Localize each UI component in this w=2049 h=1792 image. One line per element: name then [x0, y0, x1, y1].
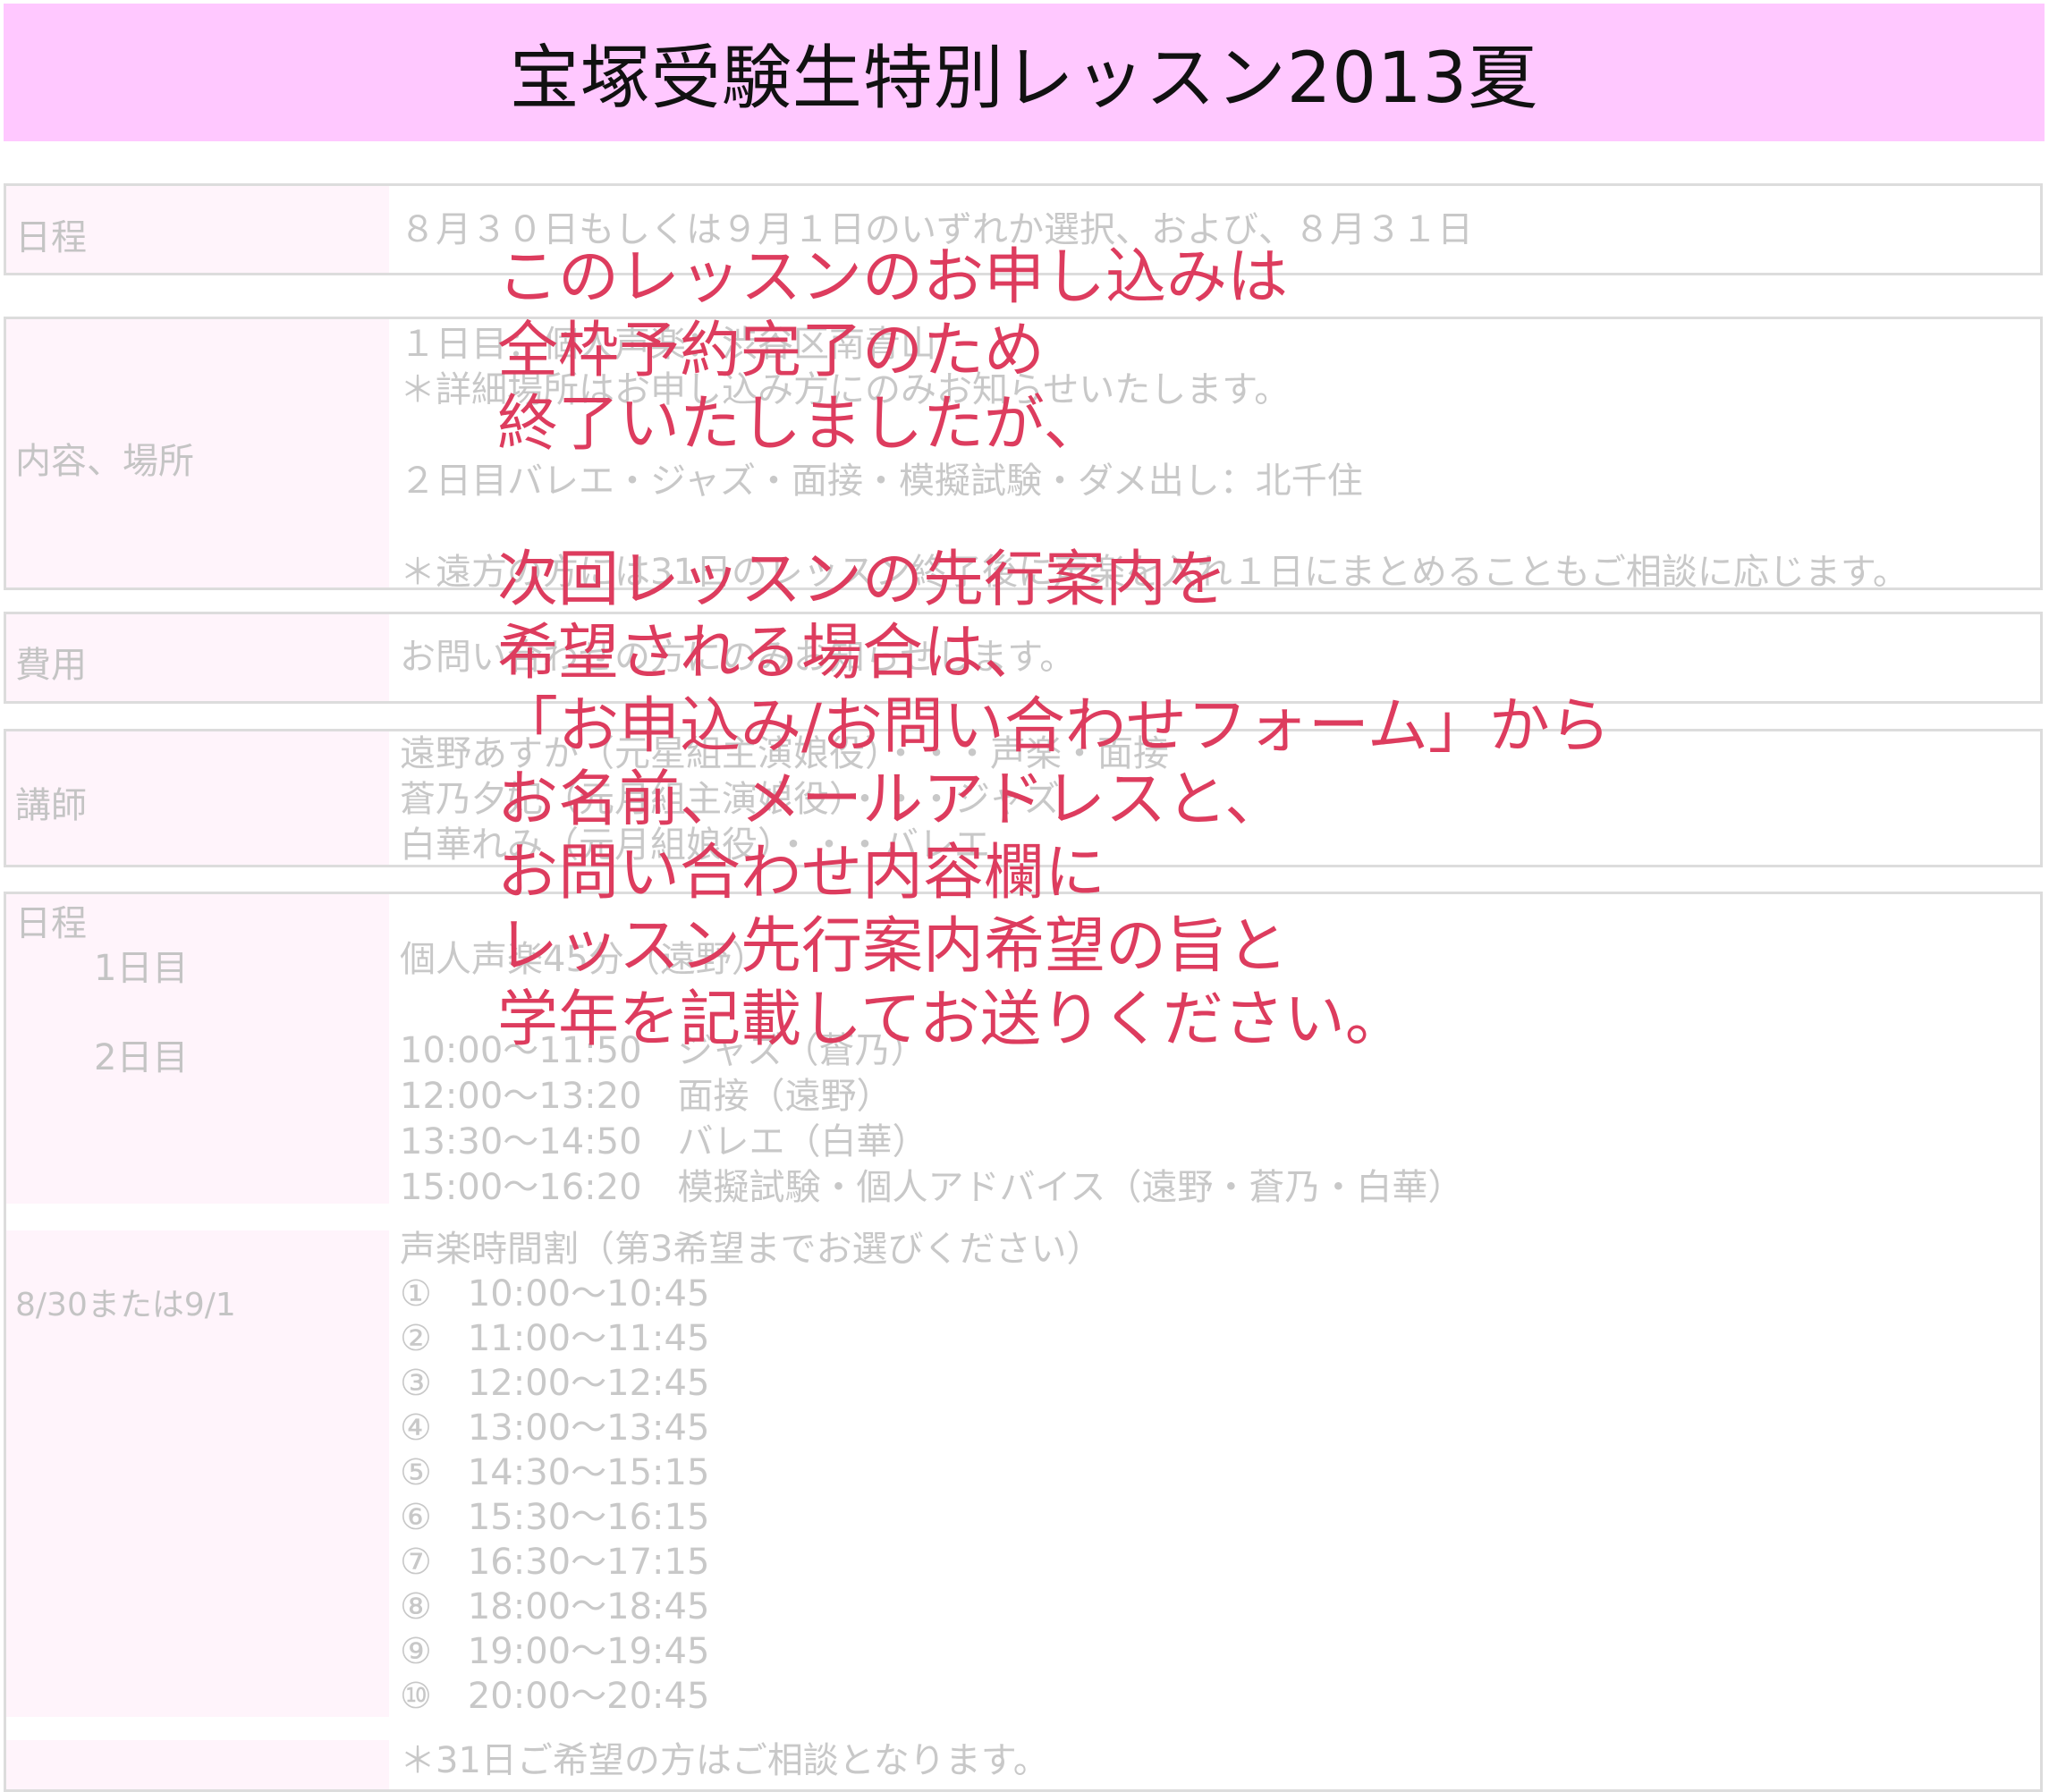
teacher-label: 講師 [15, 785, 87, 826]
day2-line: 13:30～14:50 バレエ（白華） [400, 1121, 928, 1162]
vocal-slot: ② 11:00～11:45 [400, 1318, 710, 1359]
vocal-slot: ⑧ 18:00～18:45 [400, 1586, 710, 1627]
announcement-line: 学年を記載してお送りください。 [497, 985, 1406, 1055]
page-title: 宝塚受験生特別レッスン2013夏 [509, 38, 1539, 119]
schedule-label: 日程 [15, 217, 87, 258]
vocal-value-cell: 声楽時間割（第3希望までお選びください） ① 10:00～10:45 ② 11:… [400, 1227, 2040, 1719]
day2-label: 2日目 [94, 1037, 189, 1078]
vocal-schedule-label: 8/30または9/1 [15, 1287, 236, 1323]
announcement-line: お問い合わせ内容欄に [497, 838, 1106, 909]
closed-announcement: このレッスンのお申し込みは 全枠予約完了のため 終了いたしましたが、 次回レッス… [497, 241, 1611, 1057]
vocal-slot: ③ 12:00～12:45 [400, 1363, 710, 1404]
announcement-line: 「お申込み/お問い合わせフォーム」から [497, 691, 1611, 762]
timetable-label-cell-1: 日程 1日目 2日目 [6, 894, 389, 1204]
day1-label: 1日目 [94, 948, 189, 989]
vocal-slot: ⑤ 14:30～15:15 [400, 1452, 710, 1493]
day2-line: 15:00～16:20 模擬試験・個人アドバイス（遠野・蒼乃・白華） [400, 1167, 1464, 1208]
teacher-label-cell: 講師 [6, 731, 389, 865]
content-label-cell: 内容、場所 [6, 319, 389, 587]
vocal-slot: ⑦ 16:30～17:15 [400, 1542, 710, 1583]
announcement-line: お名前、メールアドレスと、 [497, 765, 1286, 835]
content-label: 内容、場所 [15, 441, 194, 482]
announcement-spacer [497, 461, 1611, 544]
announcement-line: 次回レッスンの先行案内を [497, 545, 1228, 615]
timetable-note: ＊31日ご希望の方はご相談となります。 [400, 1740, 1049, 1781]
vocal-slot: ⑩ 20:00～20:45 [400, 1676, 710, 1717]
schedule-label-cell: 日程 [6, 186, 389, 273]
day2-line: 12:00～13:20 面接（遠野） [400, 1076, 893, 1117]
announcement-line: 終了いたしましたが、 [497, 389, 1105, 460]
announcement-line: このレッスンのお申し込みは [497, 242, 1289, 313]
announcement-line: 全枠予約完了のため [497, 316, 1046, 386]
vocal-slot: ① 10:00～10:45 [400, 1273, 710, 1314]
timetable-label-cell-2: 8/30または9/1 [6, 1230, 389, 1717]
timetable-label-cell-3 [6, 1740, 389, 1789]
timetable-label: 日程 [15, 903, 87, 944]
fee-label-cell: 費用 [6, 614, 389, 701]
vocal-title: 声楽時間割（第3希望までお選びください） [400, 1229, 1103, 1270]
fee-label: 費用 [15, 645, 87, 686]
announcement-line: 希望される場合は、 [497, 618, 1046, 689]
vocal-slot: ④ 13:00～13:45 [400, 1407, 710, 1449]
announcement-line: レッスン先行案内希望の旨と [497, 911, 1289, 982]
vocal-slot: ⑥ 15:30～16:15 [400, 1497, 710, 1538]
timetable-note-cell: ＊31日ご希望の方はご相談となります。 [400, 1738, 2040, 1784]
vocal-slot: ⑨ 19:00～19:45 [400, 1631, 710, 1672]
page-title-bar: 宝塚受験生特別レッスン2013夏 [4, 4, 2045, 141]
